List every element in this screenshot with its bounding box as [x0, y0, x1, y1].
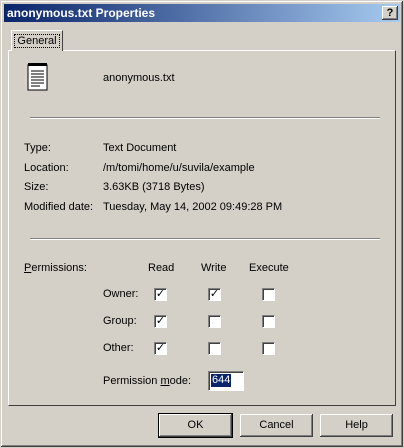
permission-mode-label: Permission mode: [103, 375, 192, 387]
text-document-icon [27, 63, 48, 91]
owner-label: Owner: [103, 288, 139, 300]
cancel-button[interactable]: Cancel [240, 414, 313, 437]
tab-general-label: General [14, 34, 60, 48]
window-title: anonymous.txt Properties [7, 6, 156, 20]
ok-button[interactable]: OK [159, 414, 232, 437]
other-label: Other: [103, 342, 134, 354]
owner-execute-checkbox[interactable] [262, 288, 275, 301]
permission-mode-value: 644 [211, 374, 232, 387]
location-value: /m/tomi/home/u/suvila/example [103, 162, 255, 174]
type-label: Type: [24, 142, 51, 154]
separator [30, 238, 380, 240]
tab-general[interactable]: General [11, 30, 63, 51]
help-icon[interactable]: ? [382, 6, 398, 20]
permissions-label: Permissions: [24, 262, 87, 274]
size-label: Size: [24, 181, 49, 193]
modified-date-value: Tuesday, May 14, 2002 09:49:28 PM [103, 201, 283, 213]
permission-mode-input[interactable]: 644 [208, 371, 244, 391]
group-label: Group: [103, 315, 137, 327]
title-bar[interactable]: anonymous.txt Properties ? [4, 4, 400, 22]
group-execute-checkbox[interactable] [262, 315, 275, 328]
general-panel [8, 50, 396, 406]
other-execute-checkbox[interactable] [262, 342, 275, 355]
type-value: Text Document [103, 142, 177, 154]
group-read-checkbox[interactable]: ✓ [154, 315, 167, 328]
other-write-checkbox[interactable] [208, 342, 221, 355]
file-name: anonymous.txt [103, 72, 175, 84]
separator [30, 117, 380, 119]
other-read-checkbox[interactable]: ✓ [154, 342, 167, 355]
size-value: 3.63KB (3718 Bytes) [103, 181, 205, 193]
help-button[interactable]: Help [320, 414, 393, 437]
read-column-header: Read [148, 262, 175, 274]
execute-column-header: Execute [249, 262, 289, 274]
modified-date-label: Modified date: [24, 201, 94, 213]
owner-read-checkbox[interactable]: ✓ [154, 288, 167, 301]
location-label: Location: [24, 162, 69, 174]
write-column-header: Write [201, 262, 227, 274]
group-write-checkbox[interactable] [208, 315, 221, 328]
owner-write-checkbox[interactable]: ✓ [208, 288, 221, 301]
